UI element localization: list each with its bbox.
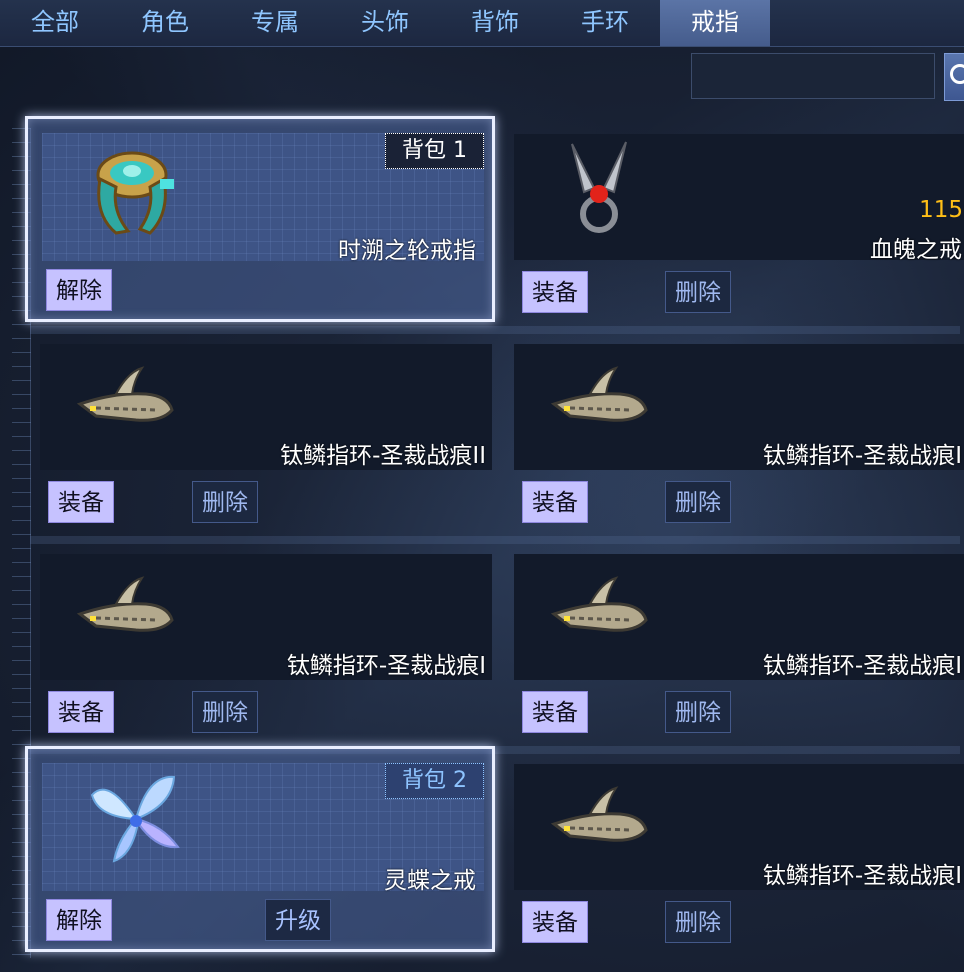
scale-ring-icon bbox=[76, 366, 174, 422]
equip-button[interactable]: 装备 bbox=[522, 271, 588, 313]
item-card[interactable]: 钛鳞指环-圣裁战痕I 装备 删除 bbox=[506, 336, 964, 541]
bag-badge: 背包 1 bbox=[385, 133, 484, 169]
equip-button[interactable]: 装备 bbox=[48, 481, 114, 523]
remove-button[interactable]: 解除 bbox=[46, 899, 112, 941]
tab-ring[interactable]: 戒指 bbox=[660, 0, 770, 46]
delete-button[interactable]: 删除 bbox=[665, 691, 731, 733]
item-card[interactable]: 钛鳞指环-圣裁战痕II 装备 删除 bbox=[32, 336, 502, 541]
scale-ring-icon bbox=[550, 576, 648, 632]
search-button[interactable] bbox=[944, 53, 964, 101]
tab-headwear[interactable]: 头饰 bbox=[330, 0, 440, 46]
item-card[interactable]: 钛鳞指环-圣裁战痕I 装备 删除 bbox=[506, 756, 964, 961]
remove-button[interactable]: 解除 bbox=[46, 269, 112, 311]
equip-button[interactable]: 装备 bbox=[522, 691, 588, 733]
duration-label: 115天 bbox=[919, 197, 964, 223]
delete-button[interactable]: 删除 bbox=[192, 481, 258, 523]
equip-button[interactable]: 装备 bbox=[522, 481, 588, 523]
item-card[interactable]: 背包 2 灵蝶之戒 解除 升级 bbox=[25, 746, 495, 952]
item-card[interactable]: 背包 1 时溯之轮戒指 解除 bbox=[25, 116, 495, 322]
tab-character[interactable]: 角色 bbox=[110, 0, 220, 46]
bag-badge: 背包 2 bbox=[385, 763, 484, 799]
delete-button[interactable]: 删除 bbox=[665, 901, 731, 943]
tab-bracelet[interactable]: 手环 bbox=[550, 0, 660, 46]
item-card[interactable]: 钛鳞指环-圣裁战痕I 装备 删除 bbox=[506, 546, 964, 751]
butterfly-ring-icon bbox=[90, 775, 180, 863]
item-name: 钛鳞指环-圣裁战痕I bbox=[762, 443, 962, 469]
delete-button[interactable]: 删除 bbox=[665, 271, 731, 313]
scale-ring-icon bbox=[550, 786, 648, 842]
blood-ring-icon bbox=[571, 141, 627, 233]
search-icon bbox=[950, 64, 964, 84]
equip-button[interactable]: 装备 bbox=[48, 691, 114, 733]
item-name: 时溯之轮戒指 bbox=[338, 238, 476, 264]
scale-ring-icon bbox=[76, 576, 174, 632]
tab-bar: 全部 角色 专属 头饰 背饰 手环 戒指 bbox=[0, 0, 964, 47]
item-name: 灵蝶之戒 bbox=[384, 868, 476, 894]
item-name: 钛鳞指环-圣裁战痕I bbox=[286, 653, 486, 679]
upgrade-button[interactable]: 升级 bbox=[265, 899, 331, 941]
delete-button[interactable]: 删除 bbox=[665, 481, 731, 523]
item-name: 钛鳞指环-圣裁战痕I bbox=[762, 863, 962, 889]
item-name: 钛鳞指环-圣裁战痕I bbox=[762, 653, 962, 679]
tab-all[interactable]: 全部 bbox=[0, 0, 110, 46]
item-name: 血魄之戒 bbox=[870, 237, 962, 263]
item-name: 钛鳞指环-圣裁战痕II bbox=[280, 443, 486, 469]
search-input[interactable] bbox=[691, 53, 935, 99]
equip-button[interactable]: 装备 bbox=[522, 901, 588, 943]
turquoise-crown-ring-icon bbox=[96, 151, 174, 235]
tab-backwear[interactable]: 背饰 bbox=[440, 0, 550, 46]
delete-button[interactable]: 删除 bbox=[192, 691, 258, 733]
scale-ring-icon bbox=[550, 366, 648, 422]
tab-exclusive[interactable]: 专属 bbox=[220, 0, 330, 46]
item-card[interactable]: 115天 血魄之戒 装备 删除 bbox=[506, 126, 964, 331]
item-card[interactable]: 钛鳞指环-圣裁战痕I 装备 删除 bbox=[32, 546, 502, 751]
